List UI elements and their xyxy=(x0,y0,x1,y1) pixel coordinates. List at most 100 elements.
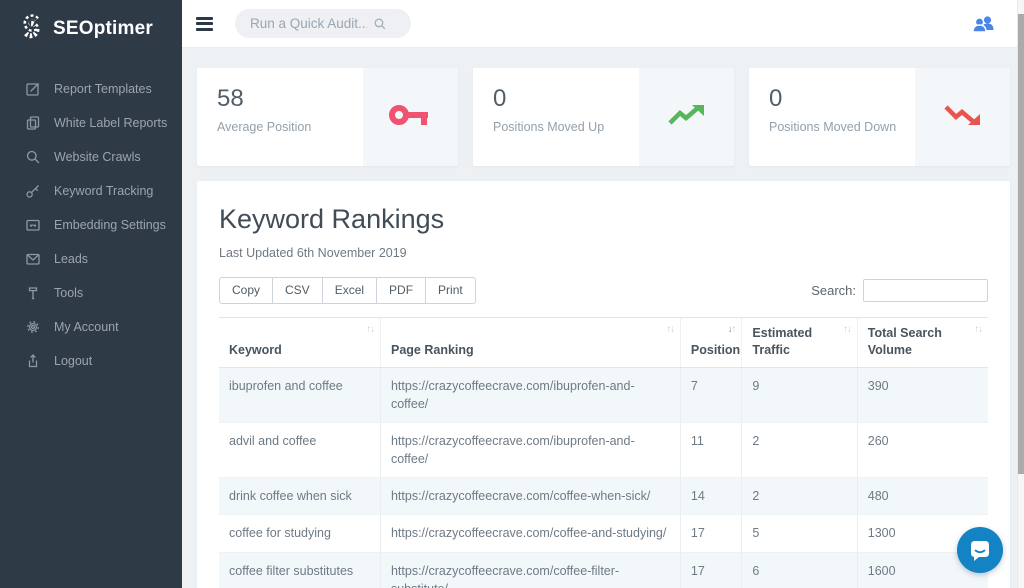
sidebar-nav: Report Templates White Label Reports Web… xyxy=(0,72,182,378)
position-cell: 14 xyxy=(680,478,742,515)
chat-bubble-icon xyxy=(968,538,992,562)
page-ranking-cell: https://crazycoffeecrave.com/ibuprofen-a… xyxy=(380,367,680,422)
position-cell: 17 xyxy=(680,515,742,552)
print-button[interactable]: Print xyxy=(425,277,476,304)
position-cell: 7 xyxy=(680,367,742,422)
table-row[interactable]: drink coffee when sick https://crazycoff… xyxy=(219,478,988,515)
sidebar-item-leads[interactable]: Leads xyxy=(0,242,182,276)
estimated-traffic-cell: 9 xyxy=(742,367,857,422)
stat-card-average-position: 58 Average Position xyxy=(197,68,458,166)
sort-icon: ↑↓ xyxy=(843,324,851,337)
keyword-cell: ibuprofen and coffee xyxy=(219,367,380,422)
sidebar-item-keyword-tracking[interactable]: Keyword Tracking xyxy=(0,174,182,208)
main-area: 58 Average Position xyxy=(182,0,1024,588)
sidebar-item-label: Tools xyxy=(54,286,83,300)
sidebar-item-report-templates[interactable]: Report Templates xyxy=(0,72,182,106)
logo[interactable]: SEOptimer xyxy=(0,0,182,56)
sidebar-item-label: Embedding Settings xyxy=(54,218,166,232)
embed-icon xyxy=(25,217,41,233)
column-header-position[interactable]: Position ↓↑ xyxy=(680,318,742,368)
position-cell: 11 xyxy=(680,423,742,478)
search-volume-cell: 390 xyxy=(857,367,988,422)
table-row[interactable]: advil and coffee https://crazycoffeecrav… xyxy=(219,423,988,478)
stat-value: 0 xyxy=(769,85,915,113)
stat-cards: 58 Average Position xyxy=(197,68,1010,166)
hamburger-menu-icon[interactable] xyxy=(196,14,213,33)
users-icon[interactable] xyxy=(970,14,996,34)
last-updated-text: Last Updated 6th November 2019 xyxy=(219,246,988,260)
column-label: Total Search Volume xyxy=(868,326,942,357)
chat-widget-button[interactable] xyxy=(957,527,1003,573)
page-title: Keyword Rankings xyxy=(219,204,988,235)
column-header-keyword[interactable]: Keyword ↑↓ xyxy=(219,318,380,368)
topbar xyxy=(182,0,1024,48)
quick-audit-input[interactable] xyxy=(235,16,373,31)
column-header-page-ranking[interactable]: Page Ranking ↑↓ xyxy=(380,318,680,368)
stat-value: 0 xyxy=(493,85,639,113)
sidebar-item-white-label-reports[interactable]: White Label Reports xyxy=(0,106,182,140)
logout-icon xyxy=(25,353,41,369)
estimated-traffic-cell: 2 xyxy=(742,423,857,478)
stat-value: 58 xyxy=(217,85,363,113)
column-label: Position xyxy=(691,343,740,357)
search-volume-cell: 480 xyxy=(857,478,988,515)
table-header-row: Keyword ↑↓ Page Ranking ↑↓ Position ↓↑ xyxy=(219,318,988,368)
position-cell: 17 xyxy=(680,552,742,588)
sidebar-item-label: Leads xyxy=(54,252,88,266)
column-header-total-search-volume[interactable]: Total Search Volume ↑↓ xyxy=(857,318,988,368)
seoptimer-logo-icon xyxy=(18,13,44,44)
column-label: Keyword xyxy=(229,343,282,357)
sidebar-item-embedding-settings[interactable]: Embedding Settings xyxy=(0,208,182,242)
sidebar-item-website-crawls[interactable]: Website Crawls xyxy=(0,140,182,174)
keyword-rankings-panel: Keyword Rankings Last Updated 6th Novemb… xyxy=(197,181,1010,588)
app-window: SEOptimer Report Templates White Label R… xyxy=(0,0,1024,588)
scrollbar-thumb[interactable] xyxy=(1018,14,1024,474)
pdf-button[interactable]: PDF xyxy=(376,277,426,304)
keyword-cell: advil and coffee xyxy=(219,423,380,478)
logo-text: SEOptimer xyxy=(53,18,153,40)
table-row[interactable]: coffee filter substitutes https://crazyc… xyxy=(219,552,988,588)
sidebar-item-label: Website Crawls xyxy=(54,150,141,164)
page-ranking-cell: https://crazycoffeecrave.com/coffee-filt… xyxy=(380,552,680,588)
stat-card-icon-area xyxy=(639,68,734,166)
sidebar-item-label: My Account xyxy=(54,320,119,334)
sidebar-item-label: Logout xyxy=(54,354,92,368)
copy-button[interactable]: Copy xyxy=(219,277,273,304)
keyword-rankings-table: Keyword ↑↓ Page Ranking ↑↓ Position ↓↑ xyxy=(219,317,988,588)
edit-icon xyxy=(25,81,41,97)
key-icon xyxy=(25,183,41,199)
sidebar-item-label: White Label Reports xyxy=(54,116,167,130)
sidebar-item-label: Report Templates xyxy=(54,82,152,96)
table-search-input[interactable] xyxy=(863,279,988,302)
sort-icon-active: ↓↑ xyxy=(728,324,736,337)
estimated-traffic-cell: 5 xyxy=(742,515,857,552)
export-button-group: Copy CSV Excel PDF Print xyxy=(219,277,476,304)
sort-icon: ↑↓ xyxy=(975,324,983,337)
table-row[interactable]: ibuprofen and coffee https://crazycoffee… xyxy=(219,367,988,422)
sidebar-item-tools[interactable]: Tools xyxy=(0,276,182,310)
keyword-cell: coffee for studying xyxy=(219,515,380,552)
column-header-estimated-traffic[interactable]: Estimated Traffic ↑↓ xyxy=(742,318,857,368)
column-label: Page Ranking xyxy=(391,343,474,357)
keyword-cell: drink coffee when sick xyxy=(219,478,380,515)
stat-card-text: 0 Positions Moved Down xyxy=(749,68,915,166)
table-row[interactable]: coffee for studying https://crazycoffeec… xyxy=(219,515,988,552)
sidebar-item-my-account[interactable]: My Account xyxy=(0,310,182,344)
page-ranking-cell: https://crazycoffeecrave.com/coffee-and-… xyxy=(380,515,680,552)
table-search: Search: xyxy=(811,279,988,302)
trend-up-icon xyxy=(666,101,708,134)
stat-card-text: 58 Average Position xyxy=(197,68,363,166)
table-toolbar: Copy CSV Excel PDF Print Search: xyxy=(219,277,988,304)
sidebar-item-label: Keyword Tracking xyxy=(54,184,153,198)
excel-button[interactable]: Excel xyxy=(322,277,377,304)
stat-label: Positions Moved Down xyxy=(769,120,915,134)
pages-icon xyxy=(25,115,41,131)
estimated-traffic-cell: 2 xyxy=(742,478,857,515)
csv-button[interactable]: CSV xyxy=(272,277,323,304)
sort-icon: ↑↓ xyxy=(366,324,374,337)
sidebar-item-logout[interactable]: Logout xyxy=(0,344,182,378)
vertical-scrollbar[interactable] xyxy=(1017,0,1024,588)
stat-card-text: 0 Positions Moved Up xyxy=(473,68,639,166)
content: 58 Average Position xyxy=(182,48,1024,588)
stat-card-positions-moved-down: 0 Positions Moved Down xyxy=(749,68,1010,166)
